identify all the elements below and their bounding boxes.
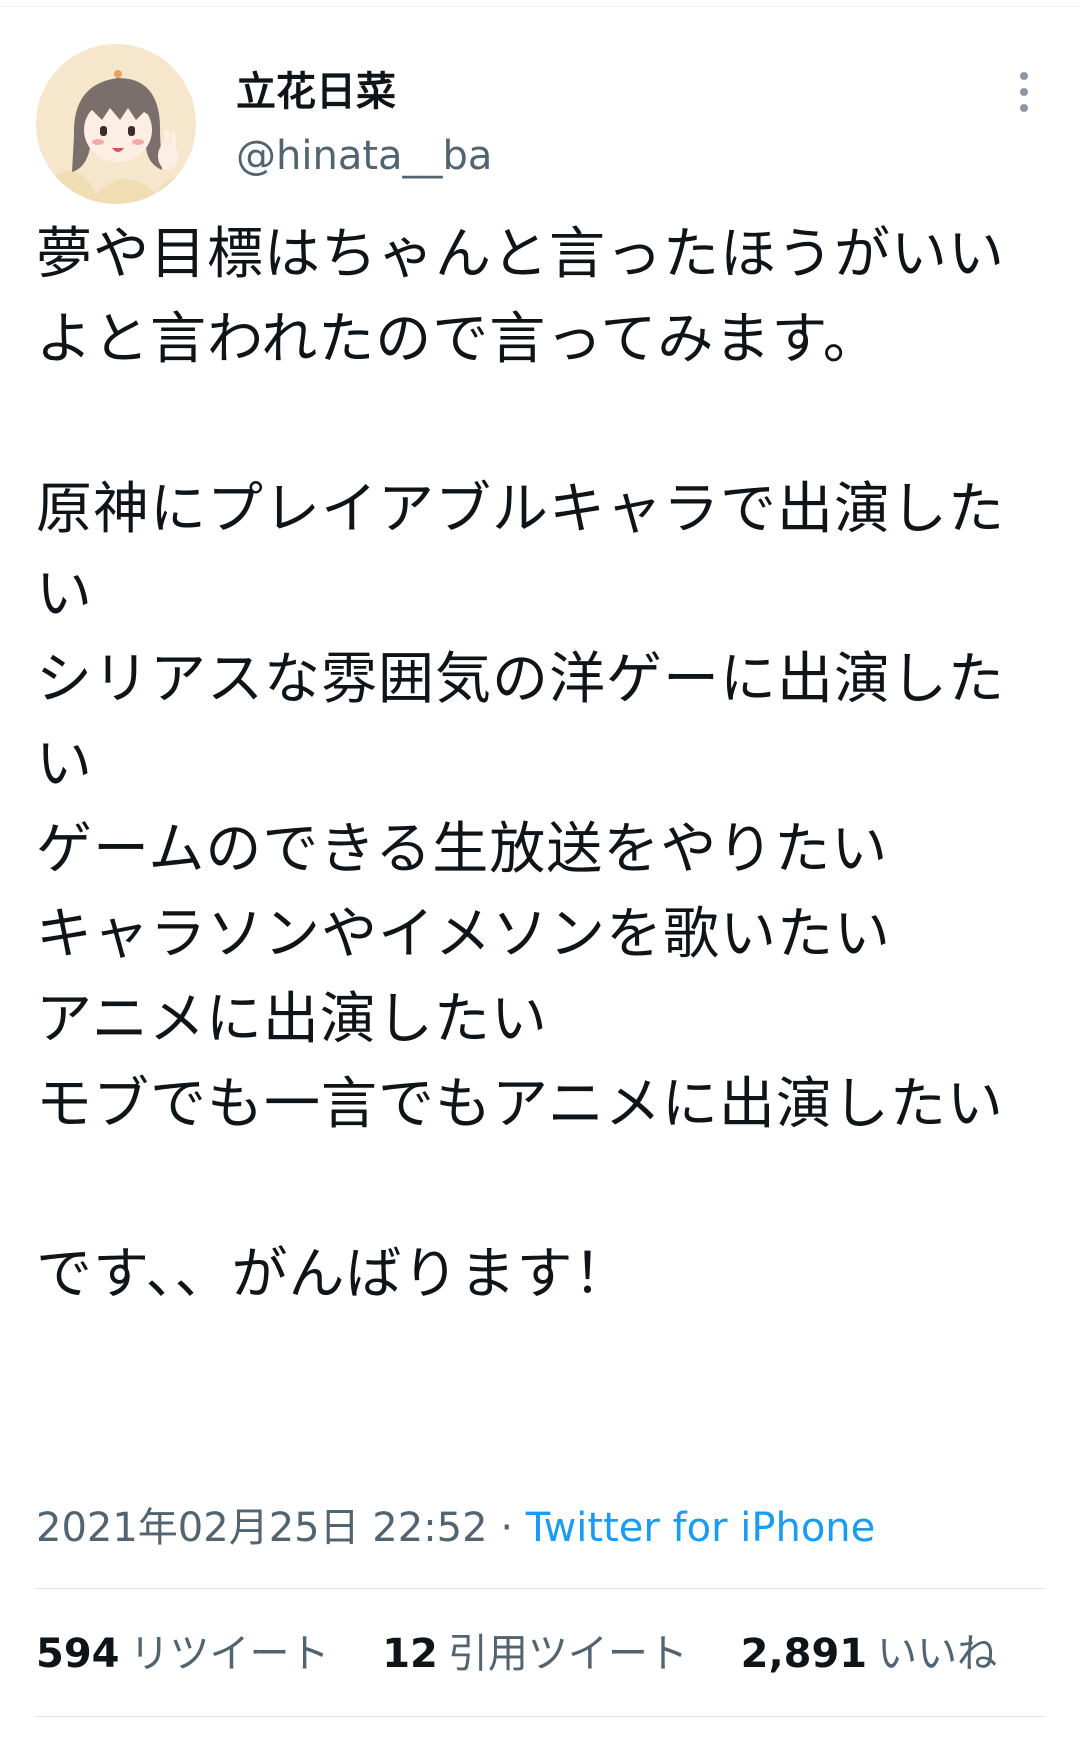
quotes-count: 12 [382,1631,438,1677]
tweet-line: 原神にプレイアブルキャラで出演したい [36,477,1005,627]
meta-separator: · [500,1505,514,1551]
tweet-line: ゲームのできる生放送をやりたい [36,817,889,882]
stats-bottom-divider [36,1716,1044,1717]
quotes-stat[interactable]: 12 引用ツイート [382,1626,688,1682]
avatar[interactable] [36,44,196,204]
more-vertical-icon [1020,72,1028,80]
tweet-line [36,382,1046,467]
tweet-line: 夢や目標はちゃんと言ったほうがいいよと言われたので言ってみます。 [36,222,1005,372]
likes-label: いいね [877,1631,998,1677]
retweets-count: 594 [36,1631,120,1677]
tweet-line: モブでも一言でもアニメに出演したい [36,1072,1004,1137]
tweet-line: です、、がんばります！ [36,1242,631,1307]
likes-count: 2,891 [740,1631,868,1677]
tweet-line: キャラソンやイメソンを歌いたい [36,902,891,967]
stats-top-divider [36,1588,1044,1589]
author-display-name[interactable]: 立花日菜 [236,68,396,116]
likes-stat[interactable]: 2,891 いいね [741,1626,998,1682]
retweets-stat[interactable]: 594 リツイート [36,1626,330,1682]
tweet-header: 立花日菜 @hinata__ba [36,44,1044,204]
top-divider [0,6,1080,7]
quotes-label: 引用ツイート [447,1631,688,1677]
avatar-illustration-icon [36,44,196,204]
tweet-line: アニメに出演したい [36,987,548,1052]
tweet-line: シリアスな雰囲気の洋ゲーに出演したい [36,647,1005,797]
tweet-text: 夢や目標はちゃんと言ったほうがいいよと言われたので言ってみます。 原神にプレイア… [36,212,1046,1317]
tweet-line [36,1147,1046,1232]
author-handle[interactable]: @hinata__ba [236,132,492,180]
tweet-stats: 594 リツイート 12 引用ツイート 2,891 いいね [36,1626,1037,1682]
retweets-label: リツイート [129,1631,330,1677]
tweet-meta: 2021年02月25日 22:52 · Twitter for iPhone [36,1500,875,1556]
tweet-timestamp[interactable]: 2021年02月25日 22:52 [36,1505,488,1551]
more-options-button[interactable] [1004,66,1044,126]
tweet-source-link[interactable]: Twitter for iPhone [526,1505,876,1551]
